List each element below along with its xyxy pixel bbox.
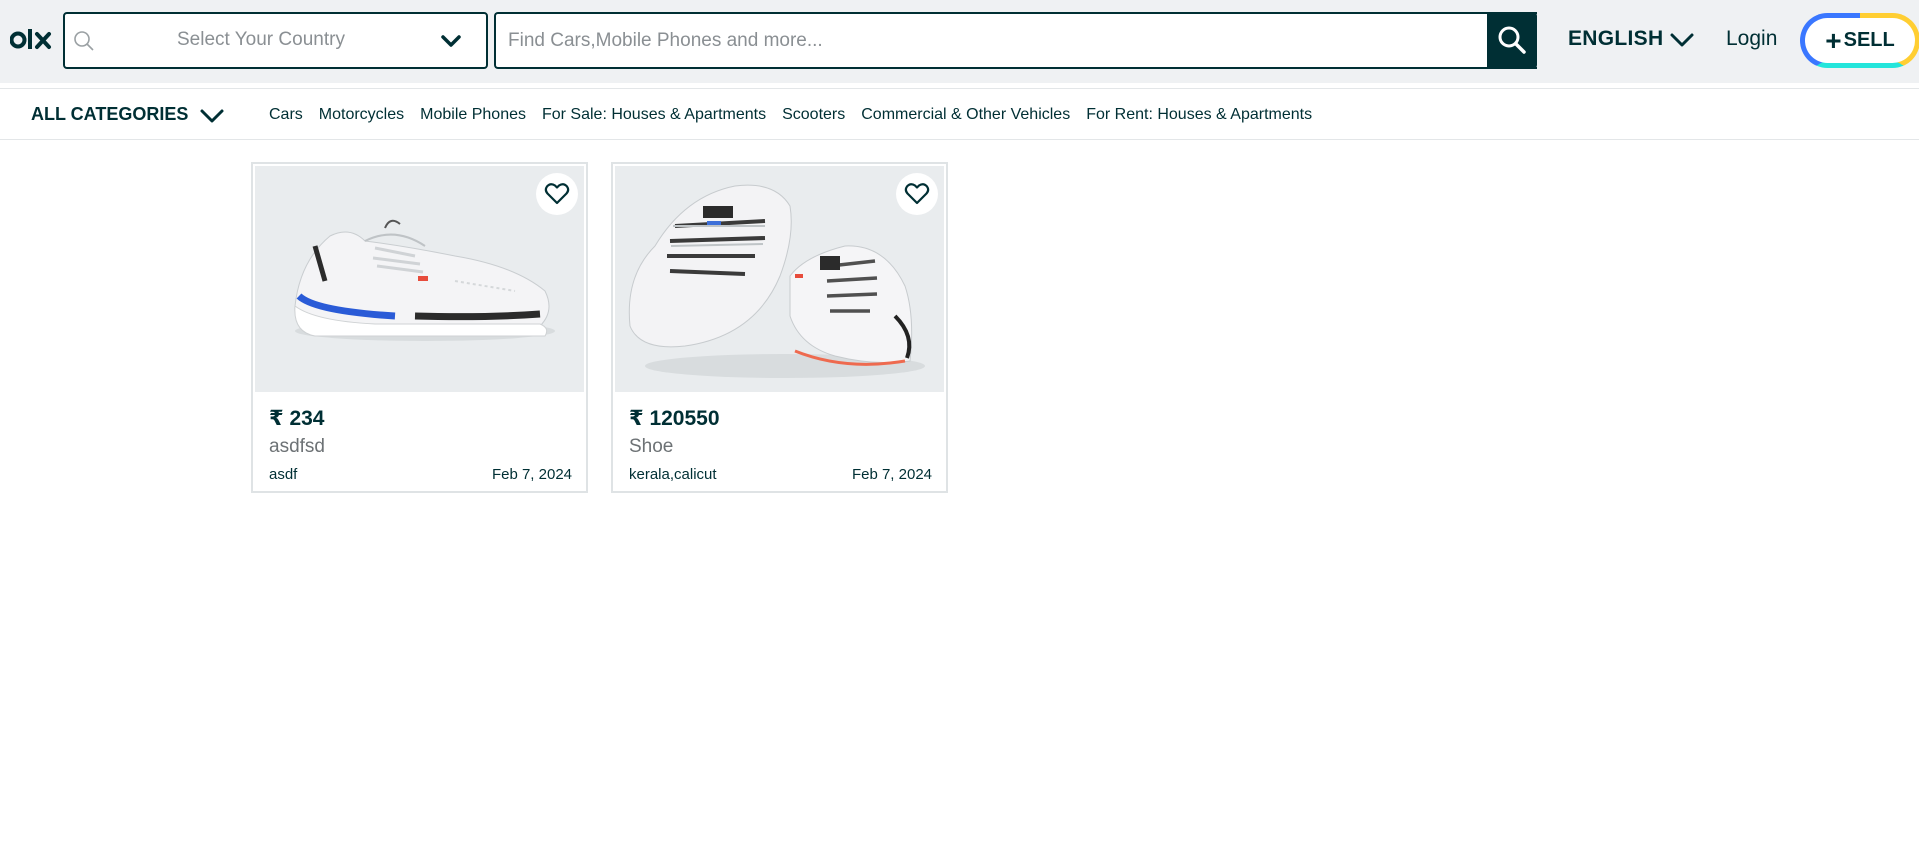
category-links: Cars Motorcycles Mobile Phones For Sale:… bbox=[269, 106, 1328, 124]
category-link-mobile-phones[interactable]: Mobile Phones bbox=[420, 106, 526, 124]
heart-icon bbox=[544, 183, 570, 205]
listing-price: ₹ 120550 bbox=[629, 407, 720, 430]
search-button[interactable] bbox=[1487, 12, 1537, 69]
search-input[interactable]: Find Cars,Mobile Phones and more... bbox=[494, 12, 1537, 69]
listing-location: kerala,calicut bbox=[629, 466, 717, 483]
category-link-scooters[interactable]: Scooters bbox=[782, 106, 845, 124]
sell-label: SELL bbox=[1843, 29, 1895, 51]
category-bar: ALL CATEGORIES Cars Motorcycles Mobile P… bbox=[0, 88, 1919, 140]
sell-button[interactable]: + SELL bbox=[1800, 13, 1919, 68]
listing-image bbox=[255, 166, 584, 392]
search-placeholder: Find Cars,Mobile Phones and more... bbox=[508, 30, 823, 51]
category-link-houses-rent[interactable]: For Rent: Houses & Apartments bbox=[1086, 106, 1312, 124]
country-placeholder: Select Your Country bbox=[177, 29, 345, 50]
language-select[interactable]: ENGLISH bbox=[1568, 27, 1663, 51]
listing-date: Feb 7, 2024 bbox=[491, 466, 572, 483]
category-link-cars[interactable]: Cars bbox=[269, 106, 303, 124]
category-link-motorcycles[interactable]: Motorcycles bbox=[319, 106, 404, 124]
listing-price: ₹ 234 bbox=[269, 407, 325, 430]
listing-date: Feb 7, 2024 bbox=[851, 466, 932, 483]
chevron-down-icon[interactable] bbox=[199, 108, 225, 124]
top-header: Select Your Country Find Cars,Mobile Pho… bbox=[0, 0, 1919, 83]
listing-title: asdfsd bbox=[269, 436, 325, 457]
all-categories-button[interactable]: ALL CATEGORIES bbox=[31, 104, 188, 125]
category-link-houses-sale[interactable]: For Sale: Houses & Apartments bbox=[542, 106, 766, 124]
heart-icon bbox=[904, 183, 930, 205]
search-icon bbox=[1498, 26, 1526, 54]
listing-title: Shoe bbox=[629, 436, 674, 457]
category-link-commercial[interactable]: Commercial & Other Vehicles bbox=[861, 106, 1070, 124]
listing-card[interactable]: ₹ 234 asdfsd asdf Feb 7, 2024 bbox=[251, 162, 588, 493]
chevron-down-icon[interactable] bbox=[1669, 32, 1695, 48]
country-select[interactable]: Select Your Country bbox=[63, 12, 488, 69]
chevron-down-icon[interactable] bbox=[440, 33, 462, 49]
listing-image bbox=[615, 166, 944, 392]
favorite-button[interactable] bbox=[896, 173, 938, 215]
listing-location: asdf bbox=[269, 466, 298, 483]
plus-icon: + bbox=[1825, 24, 1842, 56]
listing-card[interactable]: ₹ 120550 Shoe kerala,calicut Feb 7, 2024 bbox=[611, 162, 948, 493]
favorite-button[interactable] bbox=[536, 173, 578, 215]
login-link[interactable]: Login bbox=[1726, 27, 1777, 51]
olx-logo[interactable] bbox=[10, 25, 54, 55]
search-icon bbox=[74, 31, 94, 51]
